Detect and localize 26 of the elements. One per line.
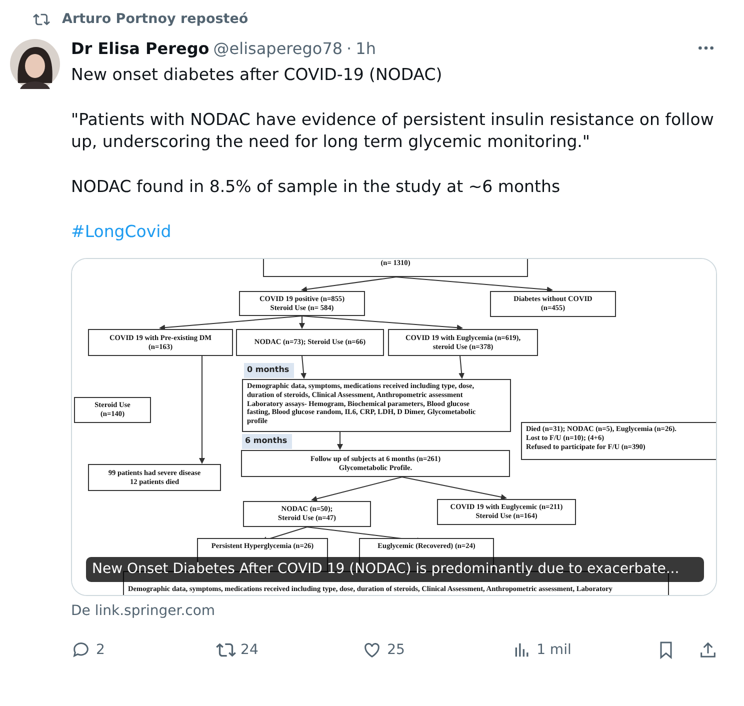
connector-arrow (300, 356, 307, 379)
stage-label: 6 months (242, 434, 292, 449)
connector-arrow (458, 356, 465, 379)
heart-icon (362, 640, 382, 660)
reply-icon (71, 640, 91, 660)
repost-label[interactable]: Arturo Portnoy reposteó (62, 11, 248, 27)
image-caption: New Onset Diabetes After COVID 19 (NODAC) is predominantly due to exacerbate... (86, 557, 704, 582)
like-button[interactable]: 25 (362, 640, 512, 660)
author-name[interactable]: Dr Elisa Perego (71, 38, 210, 58)
reply-button[interactable]: 2 (71, 640, 216, 660)
post-text: NODAC found in 8.5% of sample in the study at ~6 months (71, 176, 562, 198)
post-text: "Patients with NODAC have evidence of persistent insulin resistance on follow up, underscoring the need for long term glycemic monitoring." (71, 109, 715, 153)
post-text: New onset diabetes after COVID-19 (NODAC) (71, 64, 444, 86)
author-handle[interactable]: @elisaperego78 (213, 38, 343, 58)
share-button[interactable] (698, 640, 718, 660)
post-time[interactable]: 1h (356, 38, 376, 58)
repost-icon (216, 640, 236, 660)
views-button[interactable]: 1 mil (512, 640, 656, 660)
share-icon (698, 640, 718, 660)
stage-label: 0 months (244, 363, 294, 378)
link-source[interactable]: De link.springer.com (71, 603, 718, 623)
separator-dot: · (346, 38, 352, 58)
repost-button[interactable]: 24 (216, 640, 362, 660)
connector-arrow (337, 432, 343, 450)
avatar[interactable] (10, 39, 60, 89)
link-card[interactable] (71, 258, 717, 596)
